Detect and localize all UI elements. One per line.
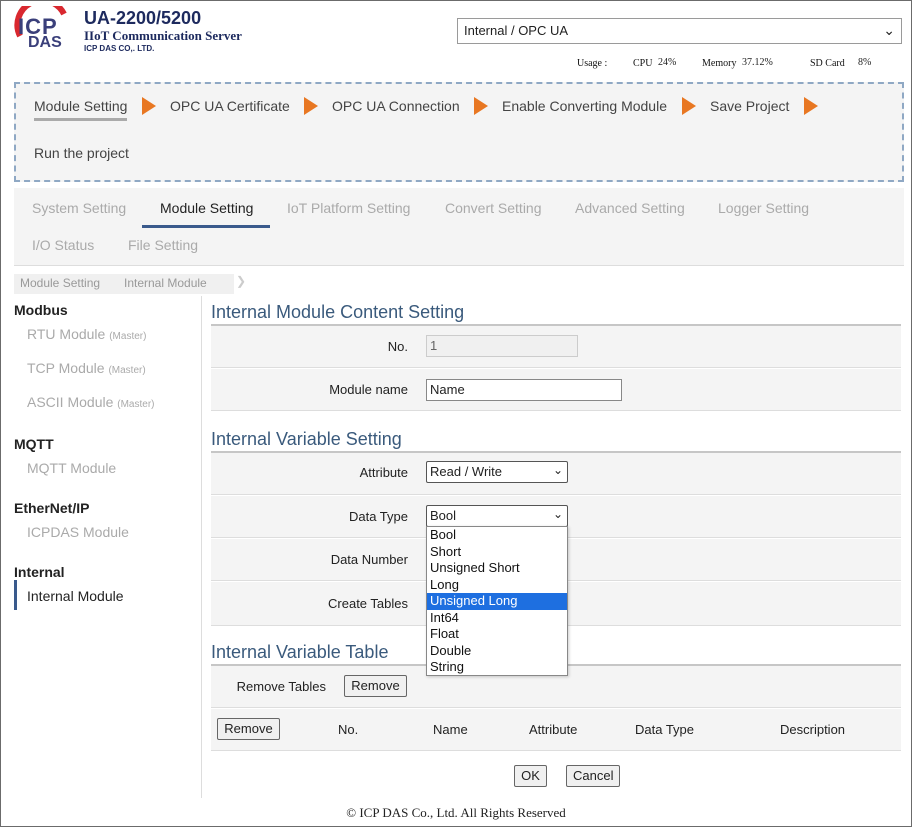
sidebar-item-label: RTU Module	[27, 326, 106, 342]
arrow-right-icon	[474, 97, 488, 115]
breadcrumb-chevron-icon: ❯	[236, 274, 247, 288]
wizard-step-enable-converting[interactable]: Enable Converting Module	[502, 98, 667, 114]
remove-tables-label: Remove Tables	[236, 679, 326, 694]
tab-iot-platform-setting[interactable]: IoT Platform Setting	[287, 200, 410, 216]
table-header-row: Remove No. Name Attribute Data Type Desc…	[211, 709, 901, 751]
wizard-step-run-project[interactable]: Run the project	[34, 145, 129, 161]
memory-value: 37.12%	[738, 57, 794, 71]
dropdown-option-bool[interactable]: Bool	[427, 527, 567, 544]
data-type-dropdown-list: Bool Short Unsigned Short Long Unsigned …	[426, 526, 568, 676]
breadcrumb-module-setting[interactable]: Module Setting	[14, 274, 118, 294]
dropdown-option-unsigned-short[interactable]: Unsigned Short	[427, 560, 567, 577]
sidebar-divider	[201, 296, 202, 798]
server-mode-value: Internal / OPC UA	[464, 23, 569, 38]
column-header-name: Name	[433, 722, 468, 737]
tab-io-status[interactable]: I/O Status	[32, 237, 94, 253]
sd-card-label: SD Card	[810, 58, 845, 69]
section-title-variable-table: Internal Variable Table	[211, 642, 389, 662]
tab-logger-setting[interactable]: Logger Setting	[718, 200, 809, 216]
sidebar-item-rtu-module[interactable]: RTU Module (Master)	[27, 326, 146, 342]
no-label: No.	[387, 339, 408, 354]
server-mode-select[interactable]: Internal / OPC UA ⌄	[457, 18, 902, 44]
dropdown-option-float[interactable]: Float	[427, 626, 567, 643]
product-subtitle: IIoT Communication Server	[84, 28, 242, 43]
wizard-step-module-setting[interactable]: Module Setting	[34, 98, 128, 121]
wizard-step-opcua-connection[interactable]: OPC UA Connection	[332, 98, 460, 114]
cancel-button[interactable]: Cancel	[566, 765, 620, 787]
form-row-no: No. 1	[211, 326, 901, 368]
sidebar-item-tag: (Master)	[108, 365, 146, 376]
sidebar-group-modbus: Modbus	[14, 302, 68, 318]
table-remove-button[interactable]: Remove	[217, 718, 280, 740]
data-type-select-value: Bool	[430, 508, 457, 523]
attribute-select-value: Read / Write	[430, 464, 503, 479]
chevron-down-icon: ⌄	[552, 463, 563, 477]
sidebar-item-tag: (Master)	[109, 331, 147, 342]
sidebar-group-mqtt: MQTT	[14, 436, 54, 452]
section-title-module-content: Internal Module Content Setting	[211, 302, 465, 322]
sidebar-active-indicator	[14, 580, 17, 610]
tab-convert-setting[interactable]: Convert Setting	[445, 200, 542, 216]
attribute-label: Attribute	[359, 465, 408, 480]
column-header-description: Description	[780, 722, 846, 737]
sidebar-group-ethernetip: EtherNet/IP	[14, 500, 90, 516]
no-field: 1	[426, 335, 578, 357]
sidebar-item-icpdas-module[interactable]: ICPDAS Module	[27, 524, 129, 540]
sidebar-group-internal: Internal	[14, 564, 65, 580]
footer-copyright: © ICP DAS Co., Ltd. All Rights Reserved	[346, 805, 566, 820]
attribute-select[interactable]: Read / Write ⌄	[426, 461, 568, 483]
sidebar-item-label: ASCII Module	[27, 394, 114, 410]
form-row-module-name: Module name Name	[211, 369, 901, 411]
column-header-no: No.	[338, 722, 359, 737]
sidebar-item-label: TCP Module	[27, 360, 105, 376]
sidebar-item-tag: (Master)	[117, 399, 155, 410]
dropdown-option-double[interactable]: Double	[427, 643, 567, 660]
arrow-right-icon	[682, 97, 696, 115]
arrow-right-icon	[142, 97, 156, 115]
dropdown-option-unsigned-long[interactable]: Unsigned Long	[427, 593, 567, 610]
sidebar-item-ascii-module[interactable]: ASCII Module (Master)	[27, 394, 155, 410]
column-header-data-type: Data Type	[635, 722, 695, 737]
breadcrumb-internal-module[interactable]: Internal Module	[118, 274, 234, 294]
dropdown-option-long[interactable]: Long	[427, 577, 567, 594]
create-tables-label: Create Tables	[328, 596, 408, 611]
tab-advanced-setting[interactable]: Advanced Setting	[575, 200, 685, 216]
tab-file-setting[interactable]: File Setting	[128, 237, 198, 253]
dropdown-option-string[interactable]: String	[427, 659, 567, 676]
chevron-down-icon: ⌄	[552, 507, 563, 521]
arrow-right-icon	[804, 97, 818, 115]
dropdown-option-short[interactable]: Short	[427, 544, 567, 561]
sd-card-value: 8%	[854, 57, 894, 71]
active-tab-indicator	[142, 225, 270, 228]
product-title: UA-2200/5200	[84, 8, 202, 28]
divider	[14, 265, 904, 266]
cpu-label: CPU	[633, 58, 653, 69]
sidebar-item-tcp-module[interactable]: TCP Module (Master)	[27, 360, 146, 376]
data-type-label: Data Type	[348, 509, 408, 524]
column-header-attribute: Attribute	[529, 722, 578, 737]
section-title-variable-setting: Internal Variable Setting	[211, 429, 402, 449]
data-number-label: Data Number	[330, 552, 408, 567]
memory-label: Memory	[702, 58, 737, 69]
sidebar-item-mqtt-module[interactable]: MQTT Module	[27, 460, 116, 476]
chevron-down-icon: ⌄	[883, 22, 895, 38]
usage-label: Usage :	[577, 58, 608, 69]
ok-button[interactable]: OK	[514, 765, 547, 787]
arrow-right-icon	[304, 97, 318, 115]
module-name-input[interactable]: Name	[426, 379, 622, 401]
data-type-select[interactable]: Bool ⌄	[426, 505, 568, 527]
module-name-label: Module name	[329, 382, 408, 397]
tab-module-setting[interactable]: Module Setting	[160, 200, 253, 216]
wizard-step-opcua-certificate[interactable]: OPC UA Certificate	[170, 98, 290, 114]
form-row-attribute: Attribute Read / Write ⌄	[211, 453, 901, 495]
sidebar-item-internal-module[interactable]: Internal Module	[27, 588, 124, 604]
company-name: ICP DAS CO,. LTD.	[84, 44, 155, 53]
tab-system-setting[interactable]: System Setting	[32, 200, 126, 216]
dropdown-option-int64[interactable]: Int64	[427, 610, 567, 627]
cpu-value: 24%	[654, 57, 692, 71]
logo-das: DAS	[28, 34, 62, 51]
remove-tables-button[interactable]: Remove	[344, 675, 407, 697]
wizard-step-save-project[interactable]: Save Project	[710, 98, 789, 114]
